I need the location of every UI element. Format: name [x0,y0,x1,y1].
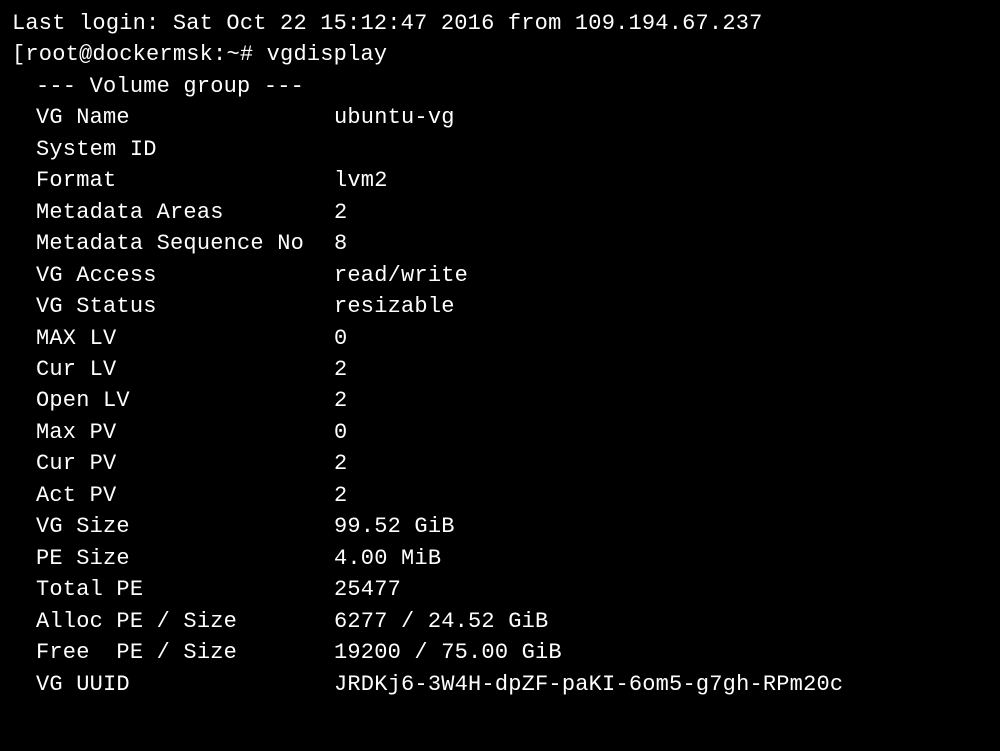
field-row: Total PE25477 [12,574,988,605]
field-label: MAX LV [12,323,334,354]
field-row: Max PV0 [12,417,988,448]
field-value: ubuntu-vg [334,102,455,133]
field-label: VG UUID [12,669,334,700]
field-row: VG UUIDJRDKj6-3W4H-dpZF-paKI-6om5-g7gh-R… [12,669,988,700]
field-value: 2 [334,385,347,416]
field-label: System ID [12,134,334,165]
field-value: resizable [334,291,455,322]
field-label: Metadata Sequence No [12,228,334,259]
field-value: 8 [334,228,347,259]
field-label: Format [12,165,334,196]
field-label: Alloc PE / Size [12,606,334,637]
field-row: Act PV2 [12,480,988,511]
field-label: Open LV [12,385,334,416]
field-label: Max PV [12,417,334,448]
field-label: Cur LV [12,354,334,385]
field-row: VG Nameubuntu-vg [12,102,988,133]
field-value: 6277 / 24.52 GiB [334,606,548,637]
field-row: VG Accessread/write [12,260,988,291]
volume-group-header: --- Volume group --- [12,71,988,102]
field-label: PE Size [12,543,334,574]
field-row: Formatlvm2 [12,165,988,196]
field-value: 2 [334,480,347,511]
field-value: 0 [334,323,347,354]
field-value: 25477 [334,574,401,605]
field-label: Act PV [12,480,334,511]
prompt-user-host: root@dockermsk [25,42,213,67]
login-banner: Last login: Sat Oct 22 15:12:47 2016 fro… [12,8,988,39]
field-row: Open LV2 [12,385,988,416]
field-value: 0 [334,417,347,448]
field-value: 2 [334,448,347,479]
field-row: Cur PV2 [12,448,988,479]
field-row: Cur LV2 [12,354,988,385]
field-label: Free PE / Size [12,637,334,668]
field-value: 99.52 GiB [334,511,455,542]
field-row: Metadata Sequence No8 [12,228,988,259]
field-label: Cur PV [12,448,334,479]
field-row: VG Statusresizable [12,291,988,322]
field-label: VG Status [12,291,334,322]
field-value: 19200 / 75.00 GiB [334,637,562,668]
field-label: VG Size [12,511,334,542]
field-value: 2 [334,197,347,228]
field-value: 2 [334,354,347,385]
field-value: lvm2 [334,165,388,196]
prompt-bracket: [ [12,42,25,67]
field-value: 4.00 MiB [334,543,441,574]
terminal-output[interactable]: Last login: Sat Oct 22 15:12:47 2016 fro… [12,8,988,700]
field-label: Metadata Areas [12,197,334,228]
field-row: Alloc PE / Size6277 / 24.52 GiB [12,606,988,637]
field-label: VG Name [12,102,334,133]
field-value: read/write [334,260,468,291]
field-row: Free PE / Size19200 / 75.00 GiB [12,637,988,668]
field-row: System ID [12,134,988,165]
field-value: JRDKj6-3W4H-dpZF-paKI-6om5-g7gh-RPm20c [334,669,843,700]
field-row: MAX LV0 [12,323,988,354]
prompt-line: [root@dockermsk:~# vgdisplay [12,39,988,70]
field-label: Total PE [12,574,334,605]
field-row: PE Size4.00 MiB [12,543,988,574]
command: vgdisplay [267,42,388,67]
field-row: Metadata Areas2 [12,197,988,228]
field-label: VG Access [12,260,334,291]
field-row: VG Size99.52 GiB [12,511,988,542]
prompt-separator: :~# [213,42,267,67]
